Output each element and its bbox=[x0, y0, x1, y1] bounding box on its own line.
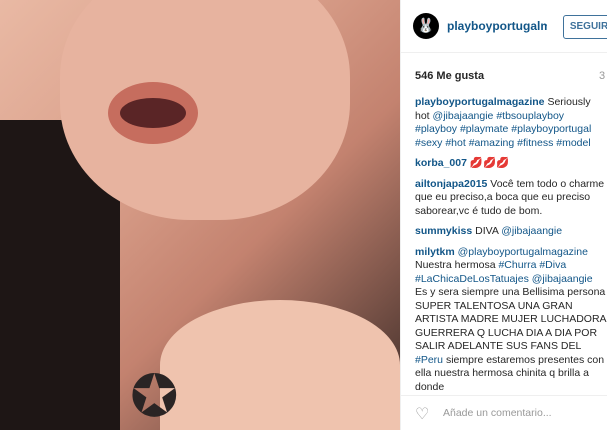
post-username[interactable]: playboyportugalmagazine bbox=[447, 19, 547, 33]
comment-text: Nuestra hermosa bbox=[415, 259, 496, 271]
comment-text: 💋💋💋 bbox=[469, 157, 510, 169]
photo-shoulder-shape bbox=[160, 300, 400, 430]
comment-mention[interactable]: @playboyportugalmagazine bbox=[458, 246, 588, 258]
comment-author[interactable]: ailtonjapa2015 bbox=[415, 178, 487, 190]
comment-list: playboyportugalmagazine Seriously hot @j… bbox=[415, 96, 607, 401]
avatar[interactable]: 🐰 bbox=[413, 13, 439, 39]
comment-hashtag[interactable]: #Peru bbox=[415, 354, 443, 366]
comment-item: korba_007 💋💋💋 bbox=[415, 157, 607, 171]
comment-text: Es y sera siempre una Bellisima persona … bbox=[415, 286, 606, 352]
add-comment-bar: ♡ Añade un comentario... bbox=[401, 395, 607, 431]
post-photo: ✪ bbox=[0, 0, 400, 430]
photo-mouth-inner-shape bbox=[120, 98, 186, 128]
comment-item: milytkm @playboyportugalmagazine Nuestra… bbox=[415, 246, 607, 395]
heart-icon[interactable]: ♡ bbox=[415, 404, 429, 423]
comment-item: summykiss DIVA @jibajaangie bbox=[415, 225, 607, 239]
add-comment-input[interactable]: Añade un comentario... bbox=[443, 407, 552, 419]
comment-text: DIVA bbox=[475, 225, 499, 237]
comment-author[interactable]: playboyportugalmagazine bbox=[415, 96, 545, 108]
follow-button[interactable]: SEGUIR bbox=[563, 15, 607, 39]
star-tattoo-icon: ✪ bbox=[130, 362, 179, 430]
likes-count[interactable]: 546 Me gusta bbox=[415, 70, 484, 82]
comment-author[interactable]: milytkm bbox=[415, 246, 455, 258]
comment-mention[interactable]: @jibajaangie bbox=[501, 225, 562, 237]
post-side-panel: 🐰 playboyportugalmagazine SEGUIR 546 Me … bbox=[400, 0, 607, 430]
comment-mention[interactable]: @jibajaangie bbox=[433, 110, 494, 122]
comment-author[interactable]: korba_007 bbox=[415, 157, 467, 169]
post-header: 🐰 playboyportugalmagazine SEGUIR bbox=[401, 0, 607, 53]
post-time[interactable]: 3 sem bbox=[599, 70, 607, 82]
photo-face-shape bbox=[60, 0, 350, 220]
comment-text: siempre estaremos presentes con ella nue… bbox=[415, 353, 605, 393]
comment-author[interactable]: summykiss bbox=[415, 225, 472, 237]
comment-item: ailtonjapa2015 Você tem todo o charme qu… bbox=[415, 178, 607, 219]
post-meta: 546 Me gusta 3 sem bbox=[415, 70, 607, 82]
comment-item: playboyportugalmagazine Seriously hot @j… bbox=[415, 96, 607, 150]
